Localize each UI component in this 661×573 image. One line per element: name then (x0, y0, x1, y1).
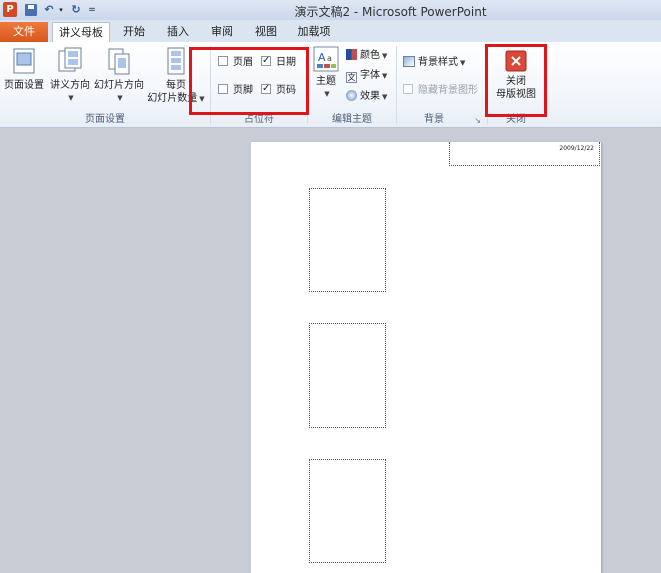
edit-theme-group-label: 编辑主题 (332, 114, 372, 125)
svg-text:A: A (318, 51, 326, 64)
fonts-button[interactable]: 文字体 ▼ (346, 69, 387, 83)
slides-per-page-icon (167, 47, 185, 75)
edit-theme-group: A a 主题 ▼ 颜色 ▼ 文字体 ▼ 效果 ▼ 编辑主题 (308, 42, 396, 128)
tab-add-ins[interactable]: 加载项 (290, 22, 338, 42)
background-dialog-launcher-icon[interactable]: ↘ (474, 116, 481, 125)
page-setup-label: 页面设置 (4, 80, 44, 91)
hide-background-graphics-label: 隐藏背景图形 (418, 85, 478, 96)
colors-button[interactable]: 颜色 ▼ (346, 49, 387, 63)
page-setup-group: 页面设置 讲义方向 ▼ 幻灯片方向 ▼ 每页 幻灯片数量 ▼ 页面设置 (0, 42, 210, 128)
themes-icon: A a (313, 46, 339, 72)
effects-icon (346, 90, 357, 101)
themes-label: 主题 (316, 76, 336, 87)
title-bar: P ↶ ▾ ↻ = 演示文稿2 - Microsoft PowerPoint (0, 0, 661, 20)
slide-placeholder[interactable] (309, 188, 386, 292)
close-master-highlight (485, 44, 547, 117)
tab-home[interactable]: 开始 (114, 22, 154, 42)
tab-review[interactable]: 审阅 (202, 22, 242, 42)
page-setup-group-label: 页面设置 (85, 114, 125, 125)
slide-orientation-icon (108, 48, 130, 75)
chevron-down-icon: ▼ (324, 90, 330, 98)
page-setup-button[interactable]: 页面设置 (2, 46, 46, 92)
colors-icon (346, 49, 357, 60)
tab-handout-master[interactable]: 讲义母板 (52, 22, 110, 43)
handout-orientation-button[interactable]: 讲义方向 ▼ (48, 46, 92, 105)
slide-placeholder[interactable] (309, 323, 386, 428)
hide-background-graphics-checkbox[interactable]: 隐藏背景图形 (403, 84, 478, 98)
chevron-down-icon: ▼ (382, 72, 388, 80)
slide-orientation-button[interactable]: 幻灯片方向 ▼ (92, 46, 146, 105)
ribbon-tab-row: 文件 讲义母板 开始 插入 审阅 视图 加载项 (0, 20, 661, 43)
handout-page[interactable]: 2009/12/22 (251, 142, 601, 573)
page-setup-icon (13, 48, 35, 74)
placeholders-highlight (189, 47, 309, 115)
effects-label: 效果 (360, 91, 380, 102)
chevron-down-icon: ▼ (68, 94, 74, 102)
handout-orientation-icon (58, 47, 82, 72)
background-styles-icon (403, 56, 415, 67)
hide-background-graphics-box[interactable] (403, 84, 413, 94)
slide-orientation-label: 幻灯片方向 (94, 80, 144, 91)
svg-text:a: a (327, 54, 332, 63)
effects-button[interactable]: 效果 ▼ (346, 90, 387, 104)
fonts-label: 字体 (360, 70, 380, 81)
chevron-down-icon: ▼ (460, 59, 466, 67)
background-styles-button[interactable]: 背景样式 ▼ (403, 56, 465, 70)
chevron-down-icon: ▼ (382, 52, 388, 60)
background-group: 背景样式 ▼ 隐藏背景图形 背景 ↘ (397, 42, 487, 128)
date-text: 2009/12/22 (559, 145, 594, 152)
colors-label: 颜色 (360, 50, 380, 61)
tab-file[interactable]: 文件 (0, 22, 48, 42)
chevron-down-icon: ▼ (382, 93, 388, 101)
date-placeholder[interactable]: 2009/12/22 (449, 142, 600, 166)
themes-button[interactable]: A a 主题 ▼ (310, 46, 342, 101)
chevron-down-icon: ▼ (117, 94, 123, 102)
tab-insert[interactable]: 插入 (158, 22, 198, 42)
slide-placeholder[interactable] (309, 459, 386, 563)
tab-view[interactable]: 视图 (246, 22, 286, 42)
fonts-icon: 文 (346, 72, 357, 83)
ribbon: 页面设置 讲义方向 ▼ 幻灯片方向 ▼ 每页 幻灯片数量 ▼ 页面设置 页眉 ✓… (0, 42, 661, 128)
window-title: 演示文稿2 - Microsoft PowerPoint (294, 5, 487, 19)
background-group-label: 背景 (424, 114, 444, 125)
background-styles-label: 背景样式 (418, 57, 458, 68)
handout-orientation-label: 讲义方向 (50, 80, 90, 91)
